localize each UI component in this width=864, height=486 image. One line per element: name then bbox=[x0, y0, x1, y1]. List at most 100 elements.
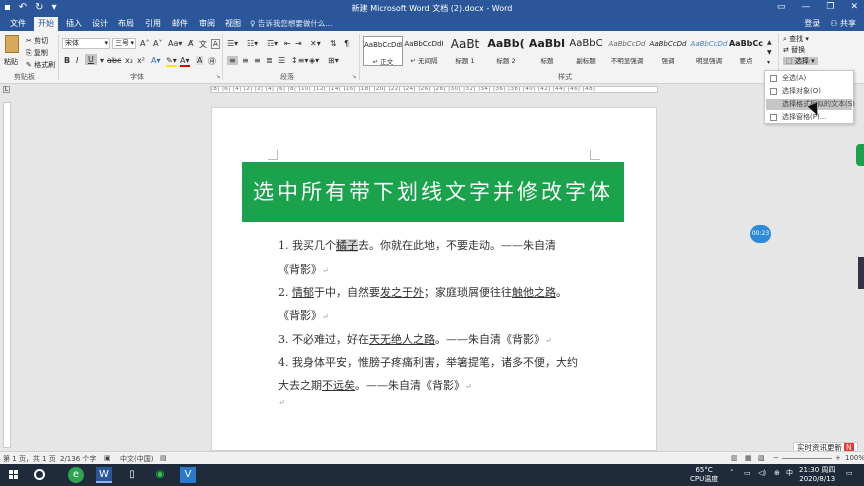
underlined-text[interactable]: 发之于外 bbox=[380, 286, 424, 299]
underlined-text[interactable]: 天无绝人之路 bbox=[369, 333, 435, 346]
word-count[interactable]: 2/136 个字 bbox=[60, 454, 96, 464]
show-marks-icon[interactable]: ¶ bbox=[344, 39, 349, 48]
ime-mode[interactable]: 中 bbox=[786, 469, 793, 478]
search-icon[interactable] bbox=[34, 469, 45, 480]
floating-timer-bubble[interactable]: 00:23 bbox=[750, 225, 771, 243]
shrink-font-icon[interactable]: A˅ bbox=[153, 39, 162, 48]
tab-design[interactable]: 设计 bbox=[88, 18, 112, 29]
close-button[interactable]: ✕ bbox=[850, 2, 858, 12]
zoom-in-icon[interactable]: + bbox=[835, 454, 841, 462]
doc-line-3[interactable]: 2. 情郁于中，自然要发之于外；家庭琐屑便往往触他之路。 bbox=[278, 284, 567, 300]
ribbon-display-icon[interactable]: ▭ bbox=[777, 2, 786, 12]
notification-icon[interactable]: ▭ bbox=[846, 469, 853, 478]
phonetic-icon[interactable]: 文 bbox=[199, 39, 207, 50]
italic-icon[interactable]: I bbox=[76, 56, 78, 65]
menu-item-select-objects[interactable]: 选择对象(O) bbox=[766, 86, 852, 97]
font-dialog-launcher-icon[interactable]: ↘ bbox=[216, 74, 220, 80]
underlined-text[interactable]: 触他之路 bbox=[512, 286, 556, 299]
bullets-icon[interactable]: ☰▾ bbox=[227, 39, 238, 48]
menu-item-select-all[interactable]: 全选(A) bbox=[766, 73, 852, 84]
minimize-button[interactable]: — bbox=[801, 2, 810, 12]
style-heading-1[interactable]: AaBt 标题 1 bbox=[445, 36, 485, 66]
volume-icon[interactable]: ◁) bbox=[758, 469, 766, 478]
zoom-out-icon[interactable]: − bbox=[773, 454, 779, 462]
font-size-select[interactable]: 三号 ▾ bbox=[112, 38, 136, 49]
cpu-temp-widget[interactable]: 65°C CPU温度 bbox=[690, 466, 718, 484]
char-shading-icon[interactable]: A bbox=[196, 56, 204, 65]
style-title[interactable]: AaBbI 标题 bbox=[527, 36, 567, 66]
share-button[interactable]: ⚇ 共享 bbox=[830, 18, 856, 29]
word-app-icon[interactable]: W bbox=[96, 467, 112, 483]
align-center-icon[interactable]: ≡ bbox=[242, 56, 249, 65]
align-left-icon[interactable]: ≡ bbox=[227, 56, 238, 65]
enclose-char-icon[interactable]: ㊊ bbox=[208, 56, 216, 67]
windows-start-icon[interactable] bbox=[9, 470, 19, 480]
bold-icon[interactable]: B bbox=[64, 56, 70, 65]
select-button[interactable]: ⬚ 选择 ▾ bbox=[783, 56, 818, 67]
format-painter-button[interactable]: ✎ 格式刷 bbox=[26, 60, 55, 70]
app-v-icon[interactable]: V bbox=[180, 467, 196, 483]
justify-icon[interactable]: ≣ bbox=[266, 56, 273, 65]
page-count[interactable]: 第 1 页，共 1 页 bbox=[3, 454, 56, 464]
zoom-slider[interactable] bbox=[782, 458, 832, 459]
tab-layout[interactable]: 布局 bbox=[114, 18, 138, 29]
numbering-icon[interactable]: ☷▾ bbox=[247, 39, 258, 48]
tab-insert[interactable]: 插入 bbox=[62, 18, 86, 29]
read-mode-icon[interactable]: ▥ bbox=[731, 454, 738, 462]
side-scroll-tab[interactable] bbox=[858, 257, 864, 289]
gallery-scroll-icon[interactable]: ▲ ▼ ▾ bbox=[767, 38, 772, 68]
align-right-icon[interactable]: ≡ bbox=[254, 56, 261, 65]
tab-home[interactable]: 开始 bbox=[34, 17, 58, 31]
doc-line-7[interactable]: 大去之期不远矣。——朱自清《背影》↵ bbox=[278, 377, 472, 393]
tab-review[interactable]: 审阅 bbox=[195, 18, 219, 29]
style-subtitle[interactable]: AaBbC 副标题 bbox=[566, 36, 606, 66]
wechat-icon[interactable]: ◉ bbox=[152, 467, 168, 483]
tell-me-box[interactable]: ♀ 告诉我您想要做什么... bbox=[250, 18, 333, 29]
chinese-layout-icon[interactable]: ✕▾ bbox=[310, 39, 321, 48]
doc-line-1[interactable]: 1. 我买几个橘子去。你就在此地，不要走动。——朱自清 bbox=[278, 237, 556, 253]
style-normal[interactable]: AaBbCcDdI ↵ 正文 bbox=[363, 36, 403, 66]
tab-mailings[interactable]: 邮件 bbox=[168, 18, 192, 29]
web-layout-icon[interactable]: ▧ bbox=[758, 454, 765, 462]
proofing-icon[interactable]: ▣ bbox=[104, 454, 111, 462]
font-color-icon[interactable]: A▾ bbox=[180, 56, 190, 67]
ruler-scale[interactable]: |8| |6| |4| |2| |2| |4| |6| |8| |10| |12… bbox=[210, 86, 658, 93]
tab-view[interactable]: 视图 bbox=[221, 18, 245, 29]
print-layout-icon[interactable]: ▦ bbox=[745, 454, 752, 462]
strikethrough-icon[interactable]: abc bbox=[107, 56, 121, 65]
chevron-down-icon[interactable]: ▾ bbox=[100, 56, 104, 65]
ime-icon[interactable]: ⊕ bbox=[774, 469, 780, 478]
cut-button[interactable]: ✂ 剪切 bbox=[26, 36, 48, 46]
file-icon[interactable]: ▯ bbox=[124, 467, 140, 483]
login-link[interactable]: 登录 bbox=[804, 18, 820, 29]
tab-file[interactable]: 文件 bbox=[6, 18, 30, 29]
superscript-icon[interactable]: x² bbox=[137, 56, 145, 65]
subscript-icon[interactable]: x₂ bbox=[125, 56, 133, 65]
style-no-spacing[interactable]: AaBbCcDdI ↵ 无间隔 bbox=[404, 36, 444, 66]
style-emphasis[interactable]: AaBbCcDd 强调 bbox=[648, 36, 688, 66]
language-indicator[interactable]: 中文(中国) bbox=[120, 454, 153, 464]
replace-button[interactable]: ⇄ 替换 bbox=[783, 45, 818, 56]
shading-icon[interactable]: ◈▾ bbox=[309, 56, 319, 65]
style-subtle-emphasis[interactable]: AaBbCcDd 不明显强调 bbox=[607, 36, 647, 66]
browser-icon[interactable]: e bbox=[68, 467, 84, 483]
paste-button[interactable]: 粘贴 bbox=[3, 35, 21, 69]
font-name-select[interactable]: 宋体 ▾ bbox=[62, 38, 110, 49]
copy-button[interactable]: ⎘ 复制 bbox=[26, 48, 48, 58]
distributed-icon[interactable]: ☰ bbox=[278, 56, 285, 65]
underlined-text[interactable]: 情郁 bbox=[292, 286, 314, 299]
zoom-level[interactable]: 100% bbox=[845, 454, 864, 462]
multilevel-list-icon[interactable]: ☶▾ bbox=[267, 39, 278, 48]
clear-format-icon[interactable]: A̸ bbox=[188, 39, 193, 48]
paragraph-dialog-launcher-icon[interactable]: ↘ bbox=[352, 74, 356, 80]
maximize-button[interactable]: ❐ bbox=[826, 2, 834, 12]
clock[interactable]: 21:30 周四 2020/8/13 bbox=[799, 466, 835, 484]
underline-icon[interactable]: U bbox=[85, 54, 97, 65]
doc-line-4[interactable]: 《背影》↵ bbox=[278, 307, 329, 323]
char-border-icon[interactable]: A bbox=[211, 39, 220, 49]
find-button[interactable]: ⌕ 查找 ▾ bbox=[783, 34, 818, 45]
style-strong[interactable]: AaBbCc 要点 bbox=[728, 36, 764, 66]
sort-icon[interactable]: ⇅ bbox=[330, 39, 337, 48]
style-heading-2[interactable]: AaBb( 标题 2 bbox=[486, 36, 526, 66]
tab-references[interactable]: 引用 bbox=[141, 18, 165, 29]
